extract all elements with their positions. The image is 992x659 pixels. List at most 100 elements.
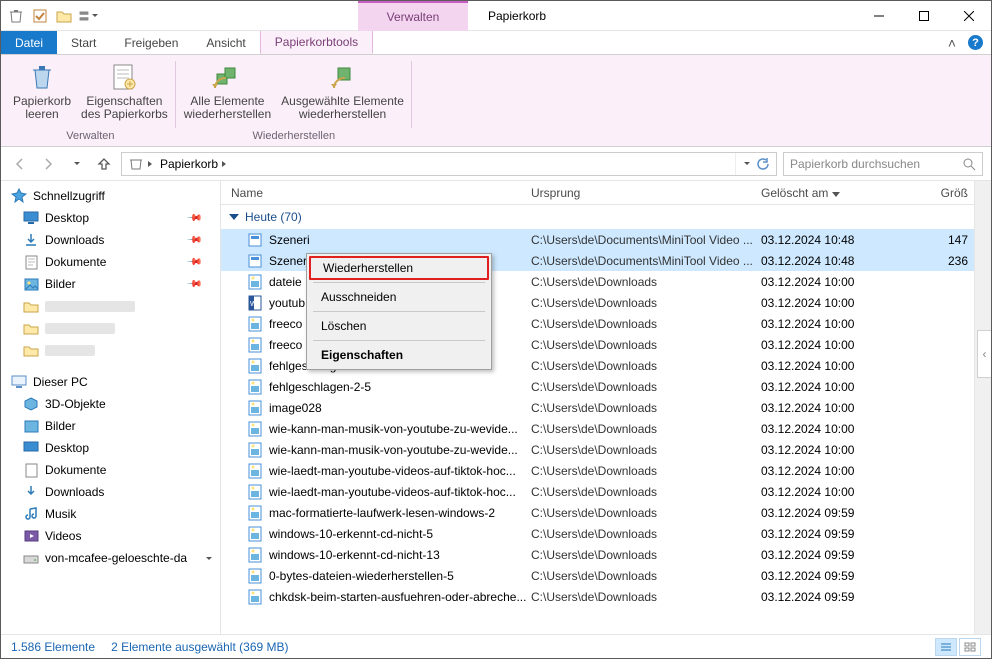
sidebar-pinned-folder[interactable] xyxy=(1,317,220,339)
folder-icon xyxy=(23,342,39,358)
ribbon-label: leeren xyxy=(25,108,58,121)
file-icon xyxy=(247,400,263,416)
table-row[interactable]: chkdsk-beim-starten-ausfuehren-oder-abre… xyxy=(221,586,974,607)
sidebar-pinned-folder[interactable] xyxy=(1,339,220,361)
title-bar: 〓 Verwalten Papierkorb xyxy=(1,1,991,31)
column-size[interactable]: Größ xyxy=(891,186,974,200)
pin-icon: 📌 xyxy=(185,254,202,271)
sidebar-pc-documents[interactable]: Dokumente xyxy=(1,459,220,481)
tab-recyclebin-tools[interactable]: Papierkorbtools xyxy=(260,31,373,54)
sidebar-pictures[interactable]: Bilder📌 xyxy=(1,273,220,295)
breadcrumb-root-icon[interactable] xyxy=(126,156,154,172)
documents-icon xyxy=(23,254,39,270)
view-large-icons-button[interactable] xyxy=(959,638,981,656)
status-selection: 2 Elemente ausgewählt (369 MB) xyxy=(111,640,288,654)
tab-share[interactable]: Freigeben xyxy=(110,31,192,54)
file-size: 147 xyxy=(891,233,974,247)
history-dropdown[interactable] xyxy=(65,153,87,175)
sidebar-quick-access[interactable]: Schnellzugriff xyxy=(1,185,220,207)
column-origin[interactable]: Ursprung xyxy=(531,186,761,200)
vertical-scrollbar[interactable] xyxy=(974,181,991,634)
table-row[interactable]: windows-10-erkennt-cd-nicht-13C:\Users\d… xyxy=(221,544,974,565)
refresh-icon[interactable] xyxy=(756,157,770,171)
restore-all-button[interactable]: Alle Elemente wiederherstellen xyxy=(180,57,275,130)
table-row[interactable]: 0-bytes-dateien-wiederherstellen-5C:\Use… xyxy=(221,565,974,586)
ctx-cut[interactable]: Ausschneiden xyxy=(309,285,489,309)
search-icon xyxy=(962,157,976,171)
sidebar-volume[interactable]: von-mcafee-geloeschte-da xyxy=(1,547,220,569)
qat-checkbox-icon[interactable] xyxy=(29,5,51,27)
ribbon-collapse-button[interactable]: ˄ xyxy=(948,35,956,51)
up-button[interactable] xyxy=(93,153,115,175)
tab-file[interactable]: Datei xyxy=(1,31,57,54)
column-headers[interactable]: Name Ursprung Gelöscht am Größ xyxy=(221,181,974,205)
sidebar-downloads[interactable]: Downloads📌 xyxy=(1,229,220,251)
sidebar-3d-objects[interactable]: 3D-Objekte xyxy=(1,393,220,415)
sidebar-label: von-mcafee-geloeschte-da xyxy=(45,551,187,565)
ctx-properties[interactable]: Eigenschaften xyxy=(309,343,489,367)
table-row[interactable]: mac-formatierte-laufwerk-lesen-windows-2… xyxy=(221,502,974,523)
group-header-today[interactable]: Heute (70) xyxy=(221,205,974,229)
chevron-down-icon[interactable] xyxy=(204,557,212,560)
file-icon xyxy=(247,484,263,500)
file-deleted-date: 03.12.2024 10:48 xyxy=(761,233,891,247)
file-deleted-date: 03.12.2024 10:00 xyxy=(761,422,891,436)
breadcrumb-segment[interactable]: Papierkorb xyxy=(158,157,228,171)
breadcrumb-history-button[interactable] xyxy=(744,162,750,165)
empty-recycle-bin-button[interactable]: Papierkorb leeren xyxy=(9,57,75,130)
table-row[interactable]: fehlgeschlagen-2-5C:\Users\de\Downloads0… xyxy=(221,376,974,397)
sidebar-this-pc[interactable]: Dieser PC xyxy=(1,371,220,393)
table-row[interactable]: windows-10-erkennt-cd-nicht-5C:\Users\de… xyxy=(221,523,974,544)
sidebar-pc-music[interactable]: Musik xyxy=(1,503,220,525)
file-icon xyxy=(247,505,263,521)
tab-start[interactable]: Start xyxy=(57,31,110,54)
file-origin: C:\Users\de\Downloads xyxy=(531,338,761,352)
file-name: chkdsk-beim-starten-ausfuehren-oder-abre… xyxy=(269,590,526,604)
recycle-bin-icon[interactable] xyxy=(5,5,27,27)
help-icon[interactable]: ? xyxy=(968,35,983,50)
minimize-button[interactable] xyxy=(856,1,901,31)
file-icon xyxy=(247,526,263,542)
view-details-button[interactable] xyxy=(935,638,957,656)
recycle-bin-properties-button[interactable]: Eigenschaften des Papierkorbs xyxy=(77,57,172,130)
search-input[interactable]: Papierkorb durchsuchen xyxy=(783,152,983,176)
table-row[interactable]: wie-kann-man-musik-von-youtube-zu-wevide… xyxy=(221,439,974,460)
file-origin: C:\Users\de\Downloads xyxy=(531,359,761,373)
file-deleted-date: 03.12.2024 10:00 xyxy=(761,359,891,373)
sidebar-pc-downloads[interactable]: Downloads xyxy=(1,481,220,503)
column-name[interactable]: Name xyxy=(231,186,531,200)
sidebar-desktop[interactable]: Desktop📌 xyxy=(1,207,220,229)
column-deleted-date[interactable]: Gelöscht am xyxy=(761,186,891,200)
qat-newfolder-icon[interactable] xyxy=(53,5,75,27)
ribbon-group-label: Wiederherstellen xyxy=(253,130,336,144)
ribbon-group-label: Verwalten xyxy=(66,130,114,144)
breadcrumb[interactable]: Papierkorb xyxy=(121,152,777,176)
restore-selected-icon xyxy=(327,61,359,93)
restore-selected-button[interactable]: Ausgewählte Elemente wiederherstellen xyxy=(277,57,408,130)
sidebar-pc-pictures[interactable]: Bilder xyxy=(1,415,220,437)
qat-customize-button[interactable]: 〓 xyxy=(77,5,99,27)
table-row[interactable]: wie-laedt-man-youtube-videos-auf-tiktok-… xyxy=(221,481,974,502)
close-button[interactable] xyxy=(946,1,991,31)
ribbon-group-restore: Alle Elemente wiederherstellen Ausgewähl… xyxy=(176,57,412,144)
file-deleted-date: 03.12.2024 10:00 xyxy=(761,317,891,331)
navigation-pane[interactable]: Schnellzugriff Desktop📌 Downloads📌 Dokum… xyxy=(1,181,221,634)
table-row[interactable]: image028C:\Users\de\Downloads03.12.2024 … xyxy=(221,397,974,418)
forward-button[interactable] xyxy=(37,153,59,175)
sidebar-pinned-folder[interactable] xyxy=(1,295,220,317)
maximize-button[interactable] xyxy=(901,1,946,31)
sidebar-label: Downloads xyxy=(45,233,104,247)
ctx-restore[interactable]: Wiederherstellen xyxy=(309,256,489,280)
back-button[interactable] xyxy=(9,153,31,175)
sidebar-pc-desktop[interactable]: Desktop xyxy=(1,437,220,459)
table-row[interactable]: wie-kann-man-musik-von-youtube-zu-wevide… xyxy=(221,418,974,439)
sidebar-pc-videos[interactable]: Videos xyxy=(1,525,220,547)
table-row[interactable]: SzeneriC:\Users\de\Documents\MiniTool Vi… xyxy=(221,229,974,250)
sidebar-documents[interactable]: Dokumente📌 xyxy=(1,251,220,273)
ctx-delete[interactable]: Löschen xyxy=(309,314,489,338)
table-row[interactable]: wie-laedt-man-youtube-videos-auf-tiktok-… xyxy=(221,460,974,481)
tab-view[interactable]: Ansicht xyxy=(192,31,259,54)
ribbon-tabs: Datei Start Freigeben Ansicht Papierkorb… xyxy=(1,31,991,55)
file-origin: C:\Users\de\Downloads xyxy=(531,569,761,583)
preview-pane-handle[interactable]: ‹ xyxy=(977,330,991,378)
